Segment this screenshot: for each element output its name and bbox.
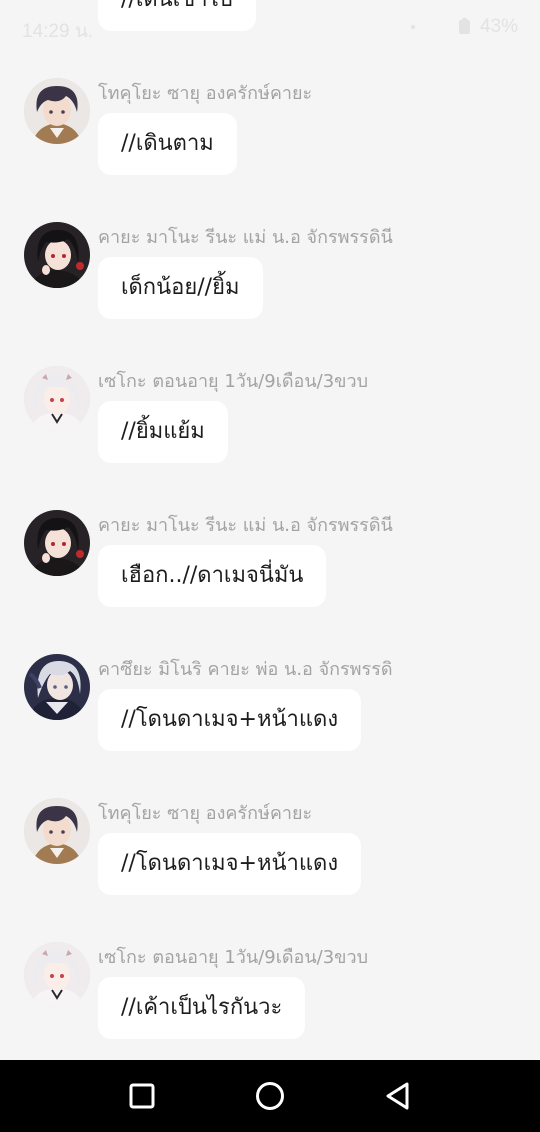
avatar[interactable] — [24, 942, 90, 1008]
sender-name: เซโกะ ตอนอายุ 1วัน/9เดือน/3ขวบ — [98, 947, 369, 968]
chat-message: โทคุโยะ ซายุ องครักษ์คายะ //โดนดาเมจ+หน้… — [0, 792, 540, 936]
avatar-girl-white-hair-icon — [24, 942, 90, 1008]
chat-message: เซโกะ ตอนอายุ 1วัน/9เดือน/3ขวบ //เค้าเป็… — [0, 936, 540, 1080]
message-bubble[interactable]: //เค้าเป็นไรกันวะ — [98, 977, 306, 1039]
chat-message: โทคุโยะ ซายุ องครักษ์คายะ //เดินตาม — [0, 72, 540, 216]
avatar-girl-black-hair-icon — [24, 222, 90, 288]
avatar-girl-black-hair-icon — [24, 510, 90, 576]
message-bubble[interactable]: เฮือก..//ดาเมจนี่มัน — [98, 545, 327, 607]
sender-name: โทคุโยะ ซายุ องครักษ์คายะ — [98, 803, 313, 824]
chat-message: เซโกะ ตอนอายุ 1วัน/9เดือน/3ขวบ //ยิ้มแย้… — [0, 360, 540, 504]
back-button[interactable] — [373, 1071, 423, 1121]
triangle-back-icon — [386, 1082, 409, 1110]
chat-message: //เดินเข้าไป — [0, 0, 540, 72]
message-bubble[interactable]: //เดินเข้าไป — [98, 0, 256, 31]
chat-screen: 14:29 น. 43% //เดินเข้าไป — [0, 0, 540, 1132]
chat-message-list[interactable]: //เดินเข้าไป โทคุโยะ ซายุ องครักษ์คายะ /… — [0, 0, 540, 1080]
avatar-boy-dark-hair-icon — [24, 798, 90, 864]
sender-name: คายะ มาโนะ รีนะ แม่ น.อ จักรพรรดินี — [98, 227, 393, 248]
message-bubble[interactable]: //เดินตาม — [98, 113, 237, 175]
avatar-man-silver-hair-icon — [24, 654, 90, 720]
circle-home-icon — [256, 1082, 284, 1110]
sender-name: คายะ มาโนะ รีนะ แม่ น.อ จักรพรรดินี — [98, 515, 393, 536]
avatar[interactable] — [24, 798, 90, 864]
avatar[interactable] — [24, 222, 90, 288]
avatar[interactable] — [24, 366, 90, 432]
message-bubble[interactable]: //โดนดาเมจ+หน้าแดง — [98, 689, 362, 751]
avatar-girl-white-hair-icon — [24, 366, 90, 432]
chat-message: คายะ มาโนะ รีนะ แม่ น.อ จักรพรรดินี เด็ก… — [0, 216, 540, 360]
message-bubble[interactable]: //โดนดาเมจ+หน้าแดง — [98, 833, 362, 895]
navigation-bar — [0, 1060, 540, 1132]
sender-name: คาซึยะ มิโนริ คายะ พ่อ น.อ จักรพรรดิ — [98, 659, 393, 680]
avatar[interactable] — [24, 78, 90, 144]
chat-message: คายะ มาโนะ รีนะ แม่ น.อ จักรพรรดินี เฮือ… — [0, 504, 540, 648]
avatar[interactable] — [24, 654, 90, 720]
home-button[interactable] — [245, 1071, 295, 1121]
recents-button[interactable] — [117, 1071, 167, 1121]
message-bubble[interactable]: เด็กน้อย//ยิ้ม — [98, 257, 263, 319]
sender-name: เซโกะ ตอนอายุ 1วัน/9เดือน/3ขวบ — [98, 371, 369, 392]
avatar[interactable] — [24, 510, 90, 576]
chat-message: คาซึยะ มิโนริ คายะ พ่อ น.อ จักรพรรดิ //โ… — [0, 648, 540, 792]
avatar-boy-dark-hair-icon — [24, 78, 90, 144]
sender-name: โทคุโยะ ซายุ องครักษ์คายะ — [98, 83, 313, 104]
square-recents-icon — [129, 1083, 155, 1109]
message-bubble[interactable]: //ยิ้มแย้ม — [98, 401, 228, 463]
